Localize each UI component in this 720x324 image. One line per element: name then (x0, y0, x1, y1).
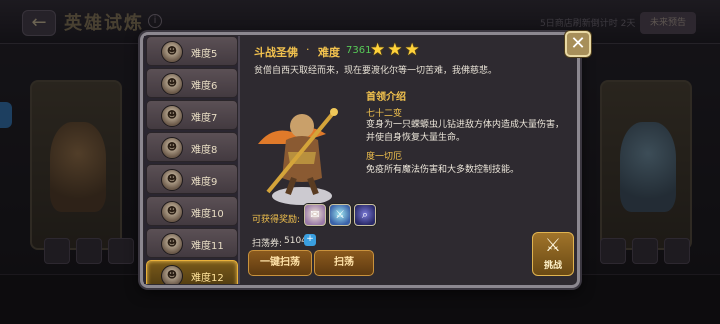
difficulty-label: 难度11 (191, 241, 224, 252)
sweep-button[interactable]: 扫荡 (314, 250, 374, 276)
difficulty-list: ☻ 难度5 ☻ 难度6 ☻ 难度7 ☻ 难度8 ☻ 难度9 ☻ 难度10 ☻ 难度11 ☻ 难度… (144, 36, 240, 284)
sweep-ticket-label: 扫荡券: (252, 239, 283, 249)
difficulty-label: 难度8 (191, 145, 218, 156)
skill-name: 七十二变 (366, 109, 403, 119)
difficulty-item-5[interactable]: ☻ 难度5 (146, 36, 238, 66)
boss-intro-heading: 首领介绍 (366, 92, 406, 103)
magnifier-icon[interactable]: ⌕ (354, 204, 376, 226)
sweep-all-button[interactable]: 一键扫荡 (248, 250, 312, 276)
difficulty-item-11[interactable]: ☻ 难度11 (146, 228, 238, 258)
star-rating: ★★★ (370, 40, 422, 60)
boss-portrait (258, 108, 338, 205)
sword-icon[interactable]: ⚔ (329, 204, 351, 226)
boss-portrait-icon: ☻ (161, 233, 183, 255)
skill-name: 度一切厄 (366, 152, 403, 162)
difficulty-label: 难度9 (191, 177, 218, 188)
boss-portrait-icon: ☻ (161, 201, 183, 223)
challenge-label: 挑战 (543, 261, 562, 271)
scroll-icon[interactable]: ✉ (304, 204, 326, 226)
boss-portrait-icon: ☻ (161, 105, 183, 127)
reward-label: 可获得奖励: (252, 215, 301, 225)
difficulty-label: 难度6 (191, 81, 218, 92)
boss-name: 斗战圣佛 (254, 46, 298, 59)
game-screen: ← 英雄试炼 i 5日商店刷新倒计时 2天 未来预告 ✕ ☻难度5 ☻难度6 ☻… (0, 0, 720, 324)
boss-portrait-icon: ☻ (161, 137, 183, 159)
power-value: 7361 (346, 45, 372, 56)
difficulty-item-9[interactable]: ☻ 难度9 (146, 164, 238, 194)
boss-portrait-icon: ☻ (161, 265, 183, 284)
boss-detail: 斗战圣佛 · 难度 7361 ★★★ 贫僧自西天取经而来，现在要渡化尔等一切苦难… (242, 36, 578, 284)
difficulty-label: 难度7 (191, 113, 218, 124)
add-ticket-icon[interactable]: + (304, 234, 316, 246)
difficulty-item-10[interactable]: ☻ 难度10 (146, 196, 238, 226)
difficulty-item-7[interactable]: ☻ 难度7 (146, 100, 238, 130)
difficulty-label: 难度10 (191, 209, 224, 220)
difficulty-item-8[interactable]: ☻ 难度8 (146, 132, 238, 162)
challenge-button[interactable]: ⚔ 挑战 (532, 232, 574, 276)
difficulty-text: 难度 (318, 46, 340, 59)
boss-portrait-icon: ☻ (161, 169, 183, 191)
skill-description: 免疫所有魔法伤害和大多数控制技能。 (366, 165, 520, 175)
difficulty-item-6[interactable]: ☻ 难度6 (146, 68, 238, 98)
crossed-swords-icon: ⚔ (544, 235, 562, 256)
difficulty-label: 难度5 (191, 49, 218, 60)
name-separator: · (306, 43, 310, 56)
difficulty-item-12[interactable]: ☻ 难度12 (146, 260, 238, 284)
skill-description: 变身为一只蝾螈虫儿钻进敌方体内造成大量伤害，并使自身恢复大量生命。 (366, 120, 565, 143)
difficulty-label: 难度12 (191, 273, 224, 284)
boss-intro: 贫僧自西天取经而来，现在要渡化尔等一切苦难，我佛慈悲。 (254, 66, 498, 76)
boss-portrait-icon: ☻ (161, 41, 183, 63)
boss-portrait-icon: ☻ (161, 73, 183, 95)
